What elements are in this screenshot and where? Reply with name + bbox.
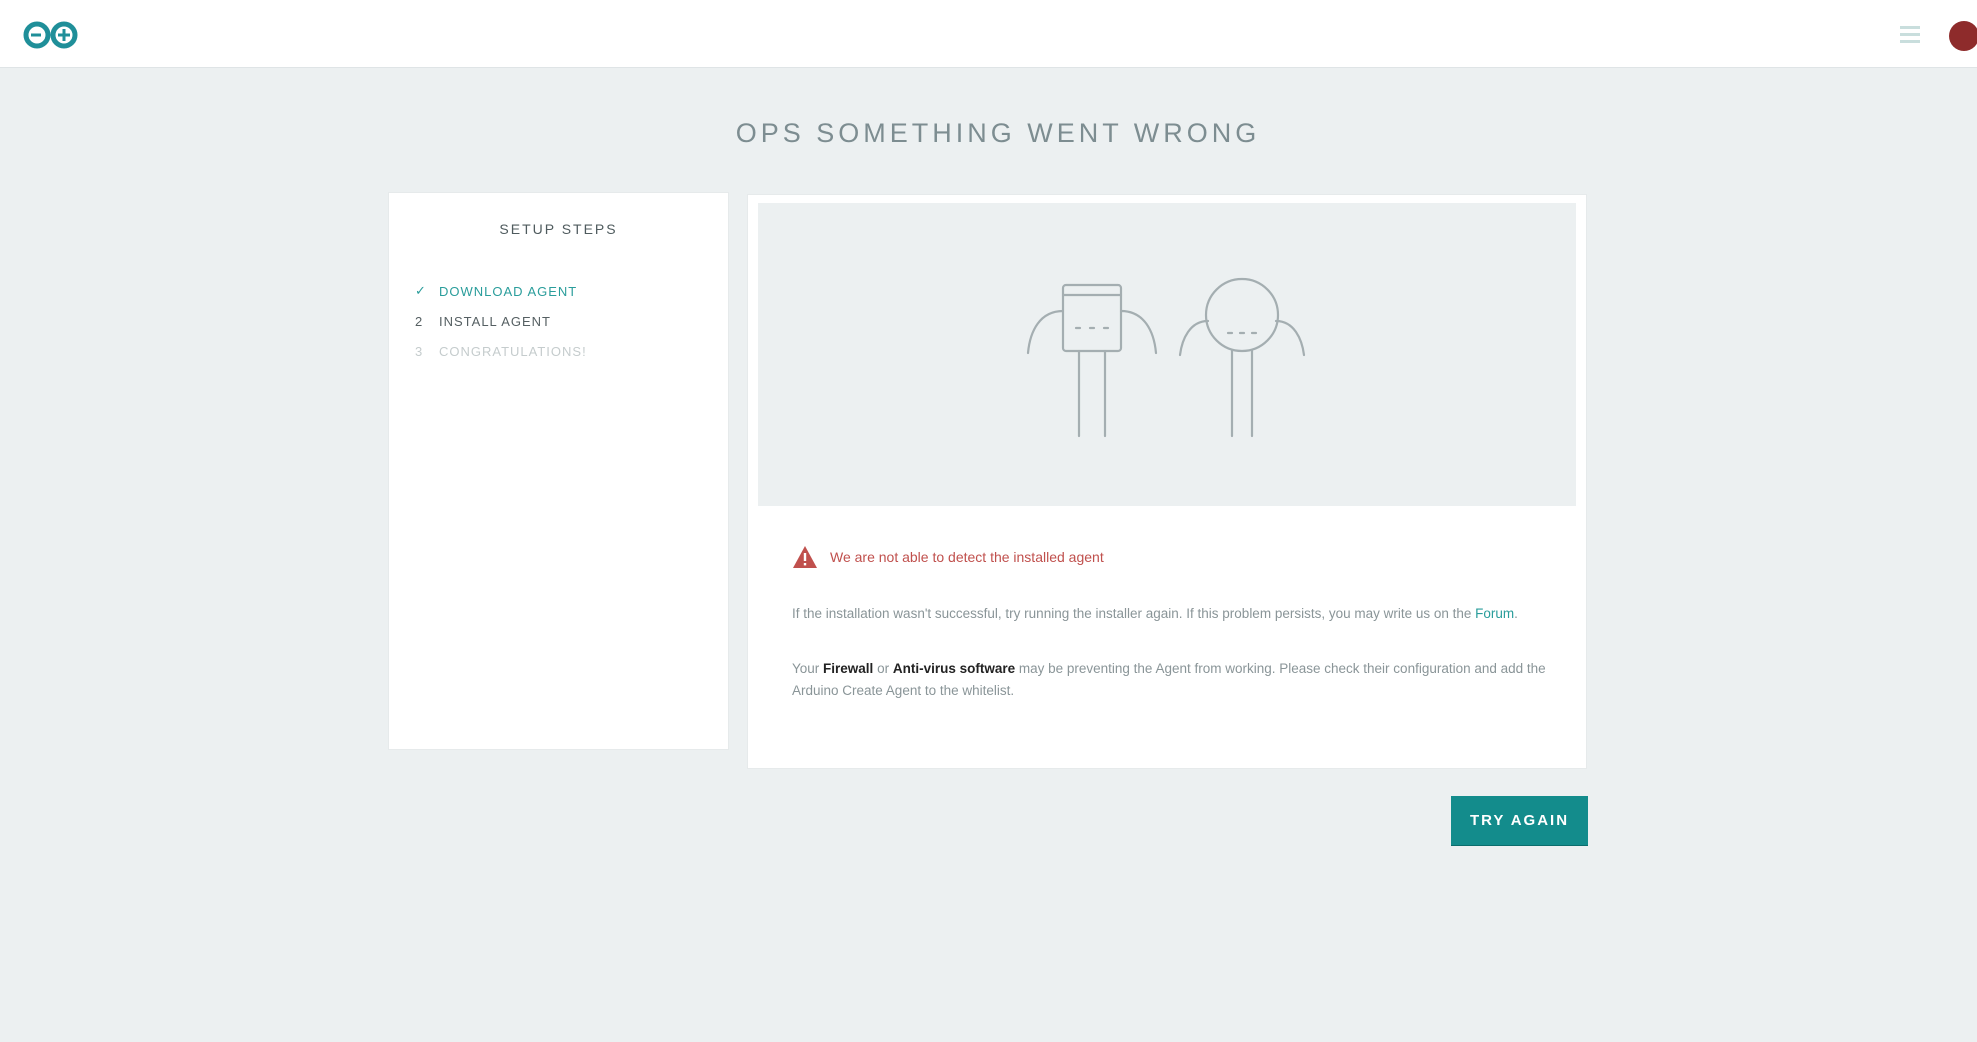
page-title: OPS SOMETHING WENT WRONG xyxy=(735,118,1261,148)
installation-help-text: If the installation wasn't successful, t… xyxy=(792,603,1552,625)
try-again-button[interactable]: TRY AGAIN xyxy=(1451,796,1588,845)
firewall-term: Firewall xyxy=(823,661,874,676)
forum-link[interactable]: Forum xyxy=(1475,606,1514,621)
warning-triangle-icon xyxy=(793,546,817,568)
help-text: or xyxy=(873,661,893,676)
step-download-agent: ✓ DOWNLOAD AGENT xyxy=(415,281,715,301)
step-label: CONGRATULATIONS! xyxy=(439,343,587,359)
top-header xyxy=(0,0,1977,68)
step-install-agent: 2 INSTALL AGENT xyxy=(415,311,715,331)
app-frame: OPS SOMETHING WENT WRONG SETUP STEPS ✓ D… xyxy=(0,0,1977,1042)
setup-steps-title: SETUP STEPS xyxy=(499,221,618,237)
hamburger-menu-icon[interactable] xyxy=(1900,26,1920,44)
error-panel: We are not able to detect the installed … xyxy=(748,195,1586,768)
help-text: Your xyxy=(792,661,824,676)
step-label: DOWNLOAD AGENT xyxy=(439,283,578,299)
error-message-row: We are not able to detect the installed … xyxy=(792,545,1552,569)
illustration-area xyxy=(758,203,1576,506)
sad-characters-illustration xyxy=(1026,277,1306,438)
antivirus-term: Anti-virus software xyxy=(892,661,1016,676)
step-number: 3 xyxy=(415,343,424,359)
checkmark-icon: ✓ xyxy=(415,283,427,298)
arduino-logo-icon[interactable] xyxy=(22,20,80,50)
firewall-help-text: Your Firewall or Anti-virus software may… xyxy=(792,658,1552,702)
error-message: We are not able to detect the installed … xyxy=(830,549,1104,565)
step-congratulations: 3 CONGRATULATIONS! xyxy=(415,341,715,361)
user-avatar[interactable] xyxy=(1949,21,1977,51)
help-text: If the installation wasn't successful, t… xyxy=(792,606,1476,621)
setup-steps-panel: SETUP STEPS ✓ DOWNLOAD AGENT 2 INSTALL A… xyxy=(389,193,728,749)
help-text-end: . xyxy=(1514,606,1518,621)
step-label: INSTALL AGENT xyxy=(439,313,551,329)
step-number: 2 xyxy=(415,313,424,329)
